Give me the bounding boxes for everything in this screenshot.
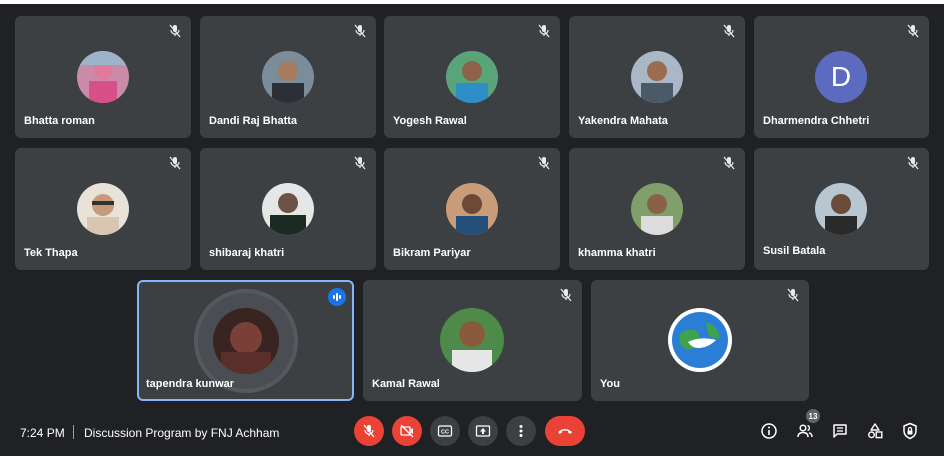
chat-icon: [833, 424, 847, 438]
mic-off-icon: [169, 24, 181, 38]
call-controls-bar: 7:24 PM Discussion Program by FNJ Achham…: [0, 408, 944, 456]
mic-off-icon: [723, 24, 735, 38]
mic-off-icon: [723, 156, 735, 170]
mic-off-icon: [363, 424, 375, 438]
participant-tile[interactable]: Dandi Raj Bhatta: [200, 16, 376, 138]
participant-name: Yogesh Rawal: [393, 115, 467, 127]
camera-toggle-button[interactable]: [392, 416, 422, 446]
mic-off-icon: [354, 156, 366, 170]
more-options-button[interactable]: [506, 416, 536, 446]
mic-off-icon: [354, 24, 366, 38]
hang-up-icon: [558, 429, 572, 434]
avatar: [668, 308, 732, 372]
participant-name: Bikram Pariyar: [393, 247, 471, 259]
participant-tile[interactable]: Susil Batala: [754, 148, 929, 270]
host-controls-button[interactable]: [900, 421, 920, 441]
participant-name: Yakendra Mahata: [578, 115, 668, 127]
participant-count-badge: 13: [806, 409, 820, 423]
participant-tile-speaking[interactable]: tapendra kunwar: [137, 280, 354, 401]
avatar: [77, 183, 129, 235]
camera-off-icon: [400, 424, 414, 438]
participant-tile[interactable]: Yakendra Mahata: [569, 16, 745, 138]
avatar: [440, 308, 504, 372]
present-icon: [475, 425, 491, 437]
closed-captions-icon: CC: [437, 425, 453, 437]
participant-tile[interactable]: Bhatta roman: [15, 16, 191, 138]
participant-name: khamma khatri: [578, 247, 656, 259]
avatar: [631, 51, 683, 103]
mic-off-icon: [907, 156, 919, 170]
meeting-title: Discussion Program by FNJ Achham: [84, 426, 280, 440]
participant-name: Dandi Raj Bhatta: [209, 115, 298, 127]
participant-tile[interactable]: shibaraj khatri: [200, 148, 376, 270]
microphone-toggle-button[interactable]: [354, 416, 384, 446]
participant-tile[interactable]: Kamal Rawal: [363, 280, 582, 401]
participant-name: shibaraj khatri: [209, 247, 285, 259]
info-icon: [761, 423, 777, 439]
people-icon: [797, 424, 813, 438]
participant-name: Bhatta roman: [24, 115, 95, 127]
mic-off-icon: [538, 156, 550, 170]
mic-off-icon: [538, 24, 550, 38]
people-button[interactable]: [795, 421, 815, 441]
participant-tile[interactable]: D Dharmendra Chhetri: [754, 16, 929, 138]
avatar-initial: D: [815, 51, 867, 103]
participant-name: You: [600, 378, 620, 390]
chat-button[interactable]: [830, 421, 850, 441]
shapes-icon: [868, 423, 883, 439]
avatar: [446, 51, 498, 103]
participant-name: tapendra kunwar: [146, 378, 235, 390]
participant-tile[interactable]: Yogesh Rawal: [384, 16, 560, 138]
captions-button[interactable]: CC: [430, 416, 460, 446]
participant-name: Tek Thapa: [24, 247, 78, 259]
activities-button[interactable]: [865, 421, 885, 441]
participant-tile-self[interactable]: You: [591, 280, 809, 401]
shield-lock-icon: [903, 422, 917, 440]
present-screen-button[interactable]: [468, 416, 498, 446]
clock: 7:24 PM: [20, 426, 65, 440]
participant-name: Kamal Rawal: [372, 378, 440, 390]
avatar: [213, 308, 279, 374]
participant-name: Susil Batala: [763, 245, 826, 257]
participant-tile[interactable]: Tek Thapa: [15, 148, 191, 270]
participant-name: Dharmendra Chhetri: [763, 115, 870, 127]
leave-call-button[interactable]: [545, 416, 585, 446]
participant-tile[interactable]: khamma khatri: [569, 148, 745, 270]
meeting-details-button[interactable]: [759, 421, 779, 441]
mic-off-icon: [560, 288, 572, 302]
top-edge: [0, 0, 944, 4]
mic-off-icon: [907, 24, 919, 38]
divider: [73, 425, 74, 439]
avatar: [815, 183, 867, 235]
mic-off-icon: [787, 288, 799, 302]
avatar: [77, 51, 129, 103]
more-vert-icon: [519, 425, 523, 437]
svg-text:CC: CC: [441, 430, 449, 436]
audio-level-icon: [328, 288, 346, 306]
avatar: [262, 183, 314, 235]
participant-tile[interactable]: Bikram Pariyar: [384, 148, 560, 270]
avatar: [631, 183, 683, 235]
avatar: [446, 183, 498, 235]
mic-off-icon: [169, 156, 181, 170]
avatar: [262, 51, 314, 103]
